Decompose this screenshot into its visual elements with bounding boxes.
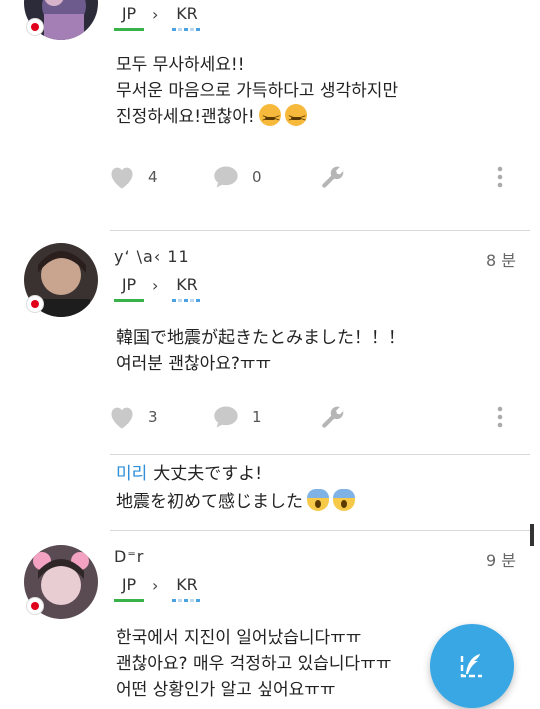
post-line: 모두 무사하세요!! — [116, 55, 245, 75]
quill-pen-icon — [460, 654, 482, 678]
target-language-bar — [172, 599, 202, 602]
post-text: 韓国で地震が起きたとみました！！！ 여러분 괜찮아요?ㅠㅠ — [116, 325, 405, 377]
divider — [110, 230, 530, 231]
comment-count: 0 — [252, 168, 262, 186]
new-post-button[interactable] — [430, 624, 514, 708]
source-language-bar — [114, 299, 144, 302]
online-flag-icon — [26, 18, 44, 36]
like-button[interactable]: 3 — [108, 402, 158, 432]
screaming-face-emoji-icon — [333, 489, 355, 511]
source-language: JP — [121, 4, 137, 23]
post-text: 모두 무사하세요!! 무서운 마음으로 가득하다고 생각하지만 진정하세요!괜찮… — [116, 52, 399, 132]
reply[interactable]: 미리 大丈夫ですよ! 地震を初めて感じました — [116, 460, 355, 516]
reply-text: 地震を初めて感じました — [116, 492, 303, 512]
tired-face-emoji-icon — [284, 104, 309, 132]
online-flag-icon — [26, 295, 44, 313]
source-language-bar — [114, 599, 144, 602]
source-language: JP — [121, 575, 137, 594]
username[interactable]: D⁼r — [114, 547, 144, 566]
heart-icon — [111, 407, 133, 429]
post-line: 무서운 마음으로 가득하다고 생각하지만 — [116, 81, 399, 101]
target-language-bar — [172, 299, 202, 302]
chevron-right-icon: › — [152, 5, 159, 24]
wrench-icon — [322, 406, 344, 428]
online-flag-icon — [26, 597, 44, 615]
post-line: 한국에서 지진이 일어났습니다ㅠㅠ — [116, 628, 362, 648]
more-vert-icon — [497, 166, 503, 188]
target-language: KR — [176, 275, 198, 294]
post-line: 여러분 괜찮아요?ㅠㅠ — [116, 354, 272, 374]
post-line: 괜찮아요? 매우 걱정하고 있습니다ㅠㅠ — [116, 654, 392, 674]
speech-bubble-icon — [214, 166, 238, 188]
comment-button[interactable]: 1 — [212, 402, 262, 432]
target-language: KR — [176, 4, 198, 23]
target-language: KR — [176, 575, 198, 594]
avatar-wrap — [24, 545, 98, 619]
tired-face-emoji-icon — [258, 104, 283, 132]
scrollbar[interactable] — [530, 524, 534, 546]
like-count: 4 — [148, 168, 158, 186]
post-time: 9 분 — [486, 551, 516, 570]
post-actions: 3 1 — [108, 402, 528, 432]
reply-line: 地震を初めて感じました — [116, 488, 355, 516]
more-vert-icon — [497, 406, 503, 428]
avatar-wrap — [24, 243, 98, 317]
more-options-button[interactable] — [488, 402, 512, 432]
divider — [110, 530, 530, 531]
correct-button[interactable] — [320, 402, 346, 432]
source-language: JP — [121, 275, 137, 294]
chevron-right-icon: › — [152, 276, 159, 295]
speech-bubble-icon — [214, 406, 238, 428]
comment-count: 1 — [252, 408, 262, 426]
correct-button[interactable] — [320, 162, 346, 192]
more-options-button[interactable] — [488, 162, 512, 192]
post-line: 韓国で地震が起きたとみました！！！ — [116, 328, 405, 348]
post-time: 8 분 — [486, 251, 516, 270]
reply-line: 미리 大丈夫ですよ! — [116, 460, 355, 488]
post-text: 한국에서 지진이 일어났습니다ㅠㅠ 괜찮아요? 매우 걱정하고 있습니다ㅠㅠ 어… — [116, 625, 391, 703]
reply-username[interactable]: 미리 — [116, 464, 147, 484]
source-language-bar — [114, 28, 144, 31]
chevron-right-icon: › — [152, 576, 159, 595]
post-line: 진정하세요!괜찮아! — [116, 104, 398, 132]
comment-button[interactable]: 0 — [212, 162, 262, 192]
like-count: 3 — [148, 408, 158, 426]
heart-icon — [111, 167, 133, 189]
like-button[interactable]: 4 — [108, 162, 158, 192]
reply-text: 大丈夫ですよ! — [153, 464, 263, 484]
post-line: 어떤 상황인가 알고 싶어요ㅠㅠ — [116, 680, 336, 700]
avatar-wrap — [24, 0, 98, 40]
wrench-icon — [322, 166, 344, 188]
divider — [110, 454, 530, 455]
screaming-face-emoji-icon — [307, 489, 329, 511]
post-actions: 4 0 — [108, 162, 528, 192]
target-language-bar — [172, 28, 202, 31]
username[interactable]: y‘ \a‹ 11 — [114, 247, 190, 266]
